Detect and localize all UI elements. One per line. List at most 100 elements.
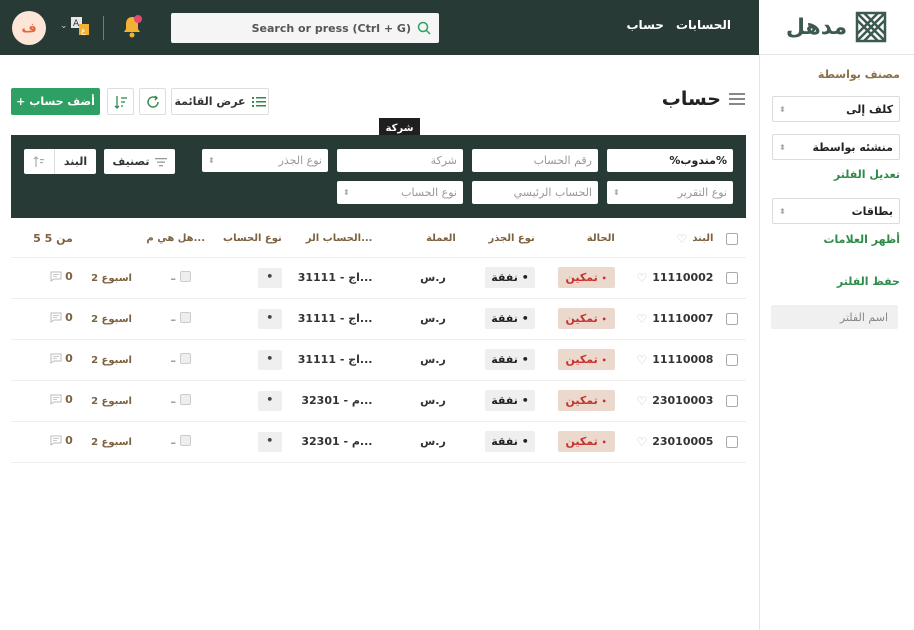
table-header-row: 5 من 5 هل هي م... نوع الحساب الحساب الر.… <box>11 221 746 258</box>
filter-root-type-select[interactable]: ⬍ نوع الجذر <box>202 149 328 172</box>
comment-count[interactable]: 0 <box>50 270 73 283</box>
header-is-group[interactable]: هل هي م... <box>135 221 210 258</box>
root-type-badge: نفقة • <box>485 390 535 411</box>
parent-account: 31111 - اج... <box>297 271 373 284</box>
status-badge: تمكين • <box>557 267 615 288</box>
assigned-to-select[interactable]: ⬍ كلف إلى <box>772 96 900 122</box>
refresh-button[interactable] <box>139 88 166 115</box>
row-checkbox[interactable] <box>725 354 738 366</box>
root-type-badge: نفقة • <box>485 267 535 288</box>
table-row[interactable]: 0 2 اسبوع – • 32301 - م... ر.س نفقة • تمكين • ♡ 2… <box>11 421 746 463</box>
save-filter-link[interactable]: حفظ الفلتر <box>837 275 900 288</box>
classified-by-label: مصنف بواسطة <box>817 68 900 81</box>
sort-button[interactable]: تصنيف <box>104 149 175 174</box>
comment-count[interactable]: 0 <box>50 434 73 447</box>
filter-percent-input[interactable]: %مندوب% <box>607 149 733 172</box>
modified-time: 2 اسبوع <box>91 355 132 366</box>
comment-icon <box>50 394 62 405</box>
row-checkbox[interactable] <box>725 395 738 407</box>
account-type-badge: • <box>257 431 282 452</box>
divider <box>103 16 104 40</box>
comment-count[interactable]: 0 <box>50 311 73 324</box>
filter-report-type-select[interactable]: ⬍ نوع التقرير <box>607 181 733 204</box>
account-code[interactable]: 11110007 <box>652 312 713 325</box>
status-badge: تمكين • <box>557 349 615 370</box>
account-code[interactable]: 11110002 <box>652 271 713 284</box>
header-account-type[interactable]: نوع الحساب <box>209 221 286 258</box>
select-all-checkbox[interactable] <box>725 232 738 245</box>
filter-name-input[interactable]: اسم الفلتر <box>771 305 898 329</box>
currency: ر.س <box>420 435 446 448</box>
dash: – <box>170 312 177 326</box>
header-root-type[interactable]: نوع الجذر <box>459 221 539 258</box>
filter-lines-icon <box>154 157 167 166</box>
comment-icon <box>50 353 62 364</box>
list-icon <box>251 96 266 107</box>
account-type-badge: • <box>257 349 282 370</box>
add-account-button[interactable]: + أضف حساب <box>11 88 100 115</box>
row-checkbox[interactable] <box>725 313 738 325</box>
filter-account-type-select[interactable]: ⬍ نوع الحساب <box>337 181 463 204</box>
row-checkbox[interactable] <box>725 272 738 284</box>
comment-count[interactable]: 0 <box>50 393 73 406</box>
avatar[interactable]: ف <box>12 11 46 45</box>
account-type-badge: • <box>257 308 282 329</box>
brand-name: مدهل <box>785 14 848 40</box>
accounts-table: 5 من 5 هل هي م... نوع الحساب الحساب الر.… <box>11 221 746 463</box>
heart-icon[interactable]: ♡ <box>636 435 647 449</box>
row-checkbox[interactable] <box>725 436 738 448</box>
header-status[interactable]: الحالة <box>538 221 619 258</box>
page-title: حساب <box>662 88 745 110</box>
top-bar: ف ⌄ Aع Search or press (Ctrl + G) حساب ا… <box>0 0 914 55</box>
filter-parent-account-input[interactable]: الحساب الرئيسي <box>472 181 598 204</box>
brand[interactable]: مدهل <box>759 0 914 55</box>
notification-bell-icon[interactable] <box>120 14 144 43</box>
table-row[interactable]: 0 2 اسبوع – • 31111 - اج... ر.س نفقة • تمكين • ♡… <box>11 257 746 299</box>
sort-order-button[interactable] <box>107 88 134 115</box>
header-currency[interactable]: العملة <box>376 221 460 258</box>
breadcrumb: حساب الحسابات <box>627 18 732 32</box>
logo-icon <box>855 11 887 43</box>
account-code[interactable]: 23010005 <box>652 435 713 448</box>
sort-icon <box>114 95 127 109</box>
heart-icon[interactable]: ♡ <box>636 271 647 285</box>
list-view-button[interactable]: عرض القائمة <box>171 88 269 115</box>
created-by-select[interactable]: ⬍ منشئه بواسطة <box>772 134 900 160</box>
root-type-badge: نفقة • <box>485 349 535 370</box>
is-group-checkbox <box>180 270 192 282</box>
heart-icon[interactable]: ♡ <box>636 312 647 326</box>
heart-icon[interactable]: ♡ <box>636 394 647 408</box>
comment-icon <box>50 312 62 323</box>
plus-icon: + <box>16 95 26 108</box>
select-arrows-icon: ⬍ <box>343 188 350 197</box>
header-item[interactable]: ♡ البند <box>618 221 718 258</box>
tags-select[interactable]: ⬍ بطاقات <box>772 198 900 224</box>
comment-count[interactable]: 0 <box>50 352 73 365</box>
sort-direction-button[interactable] <box>24 149 55 174</box>
parent-account: 31111 - اج... <box>297 353 373 366</box>
is-group-checkbox <box>180 311 192 323</box>
show-tags-link[interactable]: أظهر العلامات <box>823 233 900 246</box>
breadcrumb-account[interactable]: حساب <box>627 18 664 32</box>
filter-company-input[interactable]: شركة <box>337 149 463 172</box>
table-row[interactable]: 0 2 اسبوع – • 32301 - م... ر.س نفقة • تمكين • ♡ 2… <box>11 380 746 422</box>
table-row[interactable]: 0 2 اسبوع – • 31111 - اج... ر.س نفقة • تمكين • ♡… <box>11 298 746 340</box>
account-code[interactable]: 23010003 <box>652 394 713 407</box>
language-switcher[interactable]: ⌄ Aع <box>60 16 90 36</box>
heart-icon[interactable]: ♡ <box>636 353 647 367</box>
modified-time: 2 اسبوع <box>91 396 132 407</box>
filter-account-number-input[interactable]: رقم الحساب <box>472 149 598 172</box>
sort-field-select[interactable]: البند <box>55 155 96 168</box>
status-badge: تمكين • <box>557 308 615 329</box>
search-input[interactable]: Search or press (Ctrl + G) <box>171 13 439 43</box>
refresh-icon <box>146 95 159 108</box>
dash: – <box>170 435 177 449</box>
menu-icon[interactable] <box>729 93 745 105</box>
breadcrumb-accounts[interactable]: الحسابات <box>676 18 731 32</box>
root-type-badge: نفقة • <box>485 431 535 452</box>
account-code[interactable]: 11110008 <box>652 353 713 366</box>
table-row[interactable]: 0 2 اسبوع – • 31111 - اج... ر.س نفقة • تمكين • ♡… <box>11 339 746 381</box>
modified-time: 2 اسبوع <box>91 314 132 325</box>
header-parent-account[interactable]: الحساب الر... <box>285 221 377 258</box>
edit-filter-link[interactable]: تعديل الفلتر <box>834 168 900 181</box>
